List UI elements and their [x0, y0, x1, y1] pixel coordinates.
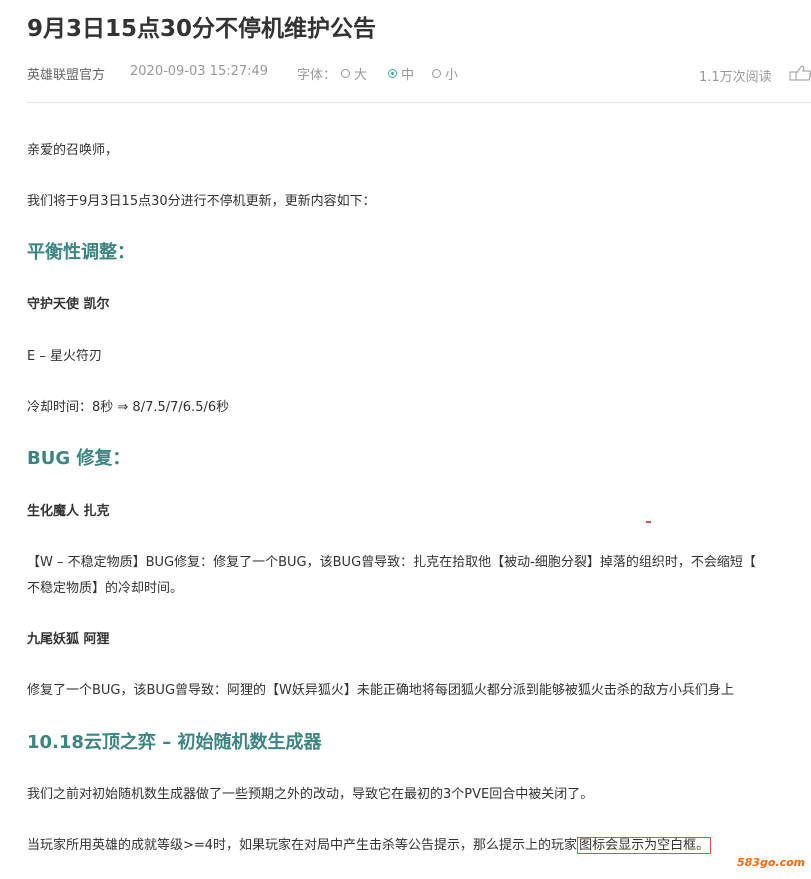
article-meta: 英雄联盟官方 2020-09-03 15:27:49 字体： 大 中 小 1.1…: [27, 64, 811, 86]
like-hand-icon[interactable]: [788, 64, 811, 82]
tft-icon-issue-prefix: 当玩家所用英雄的成就等级>=4时，如果玩家在对局中产生击杀等公告提示，那么提示上…: [27, 838, 578, 853]
ahri-fix-text: 修复了一个BUG，该BUG曾导致：阿狸的【W妖异狐火】未能正确地将每团狐火都分派…: [27, 683, 734, 698]
zac-fix-text-line2: 不稳定物质】的冷却时间。: [27, 581, 184, 596]
page-title: 9月3日15点30分不停机维护公告: [27, 16, 377, 42]
zac-fix-text-line1: 【W – 不稳定物质】BUG修复：修复了一个BUG，该BUG曾导致：扎克在拾取他…: [27, 555, 756, 570]
publish-date: 2020-09-03 15:27:49: [130, 64, 269, 79]
cooldown-change-text: 冷却时间：8秒 ⇒ 8/7.5/7/6.5/6秒: [27, 400, 230, 415]
author-name[interactable]: 英雄联盟官方: [27, 64, 105, 83]
radio-unchecked-icon[interactable]: [432, 69, 441, 78]
font-option-large[interactable]: 大: [341, 64, 367, 83]
tft-icon-issue-text: 当玩家所用英雄的成就等级>=4时，如果玩家在对局中产生击杀等公告提示，那么提示上…: [27, 834, 712, 854]
font-size-label: 字体：: [297, 68, 337, 83]
header-divider: [27, 102, 811, 103]
section-heading-bugfix: BUG 修复：: [27, 448, 131, 469]
ability-name-kayle: E – 星火符刃: [27, 349, 102, 364]
view-count: 1.1万次阅读: [699, 70, 772, 85]
font-option-small-label: 小: [445, 68, 459, 83]
site-watermark: 583go.com: [737, 856, 806, 869]
font-option-medium-label: 中: [401, 68, 415, 83]
champion-name-ahri: 九尾妖狐 阿狸: [27, 632, 110, 647]
font-option-large-label: 大: [354, 68, 368, 83]
radio-checked-icon[interactable]: [388, 69, 397, 78]
red-mark: [646, 521, 651, 523]
champion-name-kayle: 守护天使 凯尔: [27, 297, 110, 312]
font-option-medium[interactable]: 中: [388, 64, 414, 83]
font-option-small[interactable]: 小: [432, 64, 458, 83]
champion-name-zac: 生化魔人 扎克: [27, 504, 110, 519]
greeting-text: 亲爱的召唤师，: [27, 143, 119, 158]
tft-rng-text: 我们之前对初始随机数生成器做了一些预期之外的改动，导致它在最初的3个PVE回合中…: [27, 787, 594, 802]
highlighted-text: 图标会显示为空白框。: [577, 837, 712, 854]
intro-text: 我们将于9月3日15点30分进行不停机更新，更新内容如下：: [27, 194, 376, 209]
article-page: 9月3日15点30分不停机维护公告 英雄联盟官方 2020-09-03 15:2…: [0, 0, 811, 879]
section-heading-balance: 平衡性调整：: [27, 242, 135, 263]
section-heading-tft: 10.18云顶之弈 – 初始随机数生成器: [27, 732, 322, 753]
radio-unchecked-icon[interactable]: [341, 69, 350, 78]
